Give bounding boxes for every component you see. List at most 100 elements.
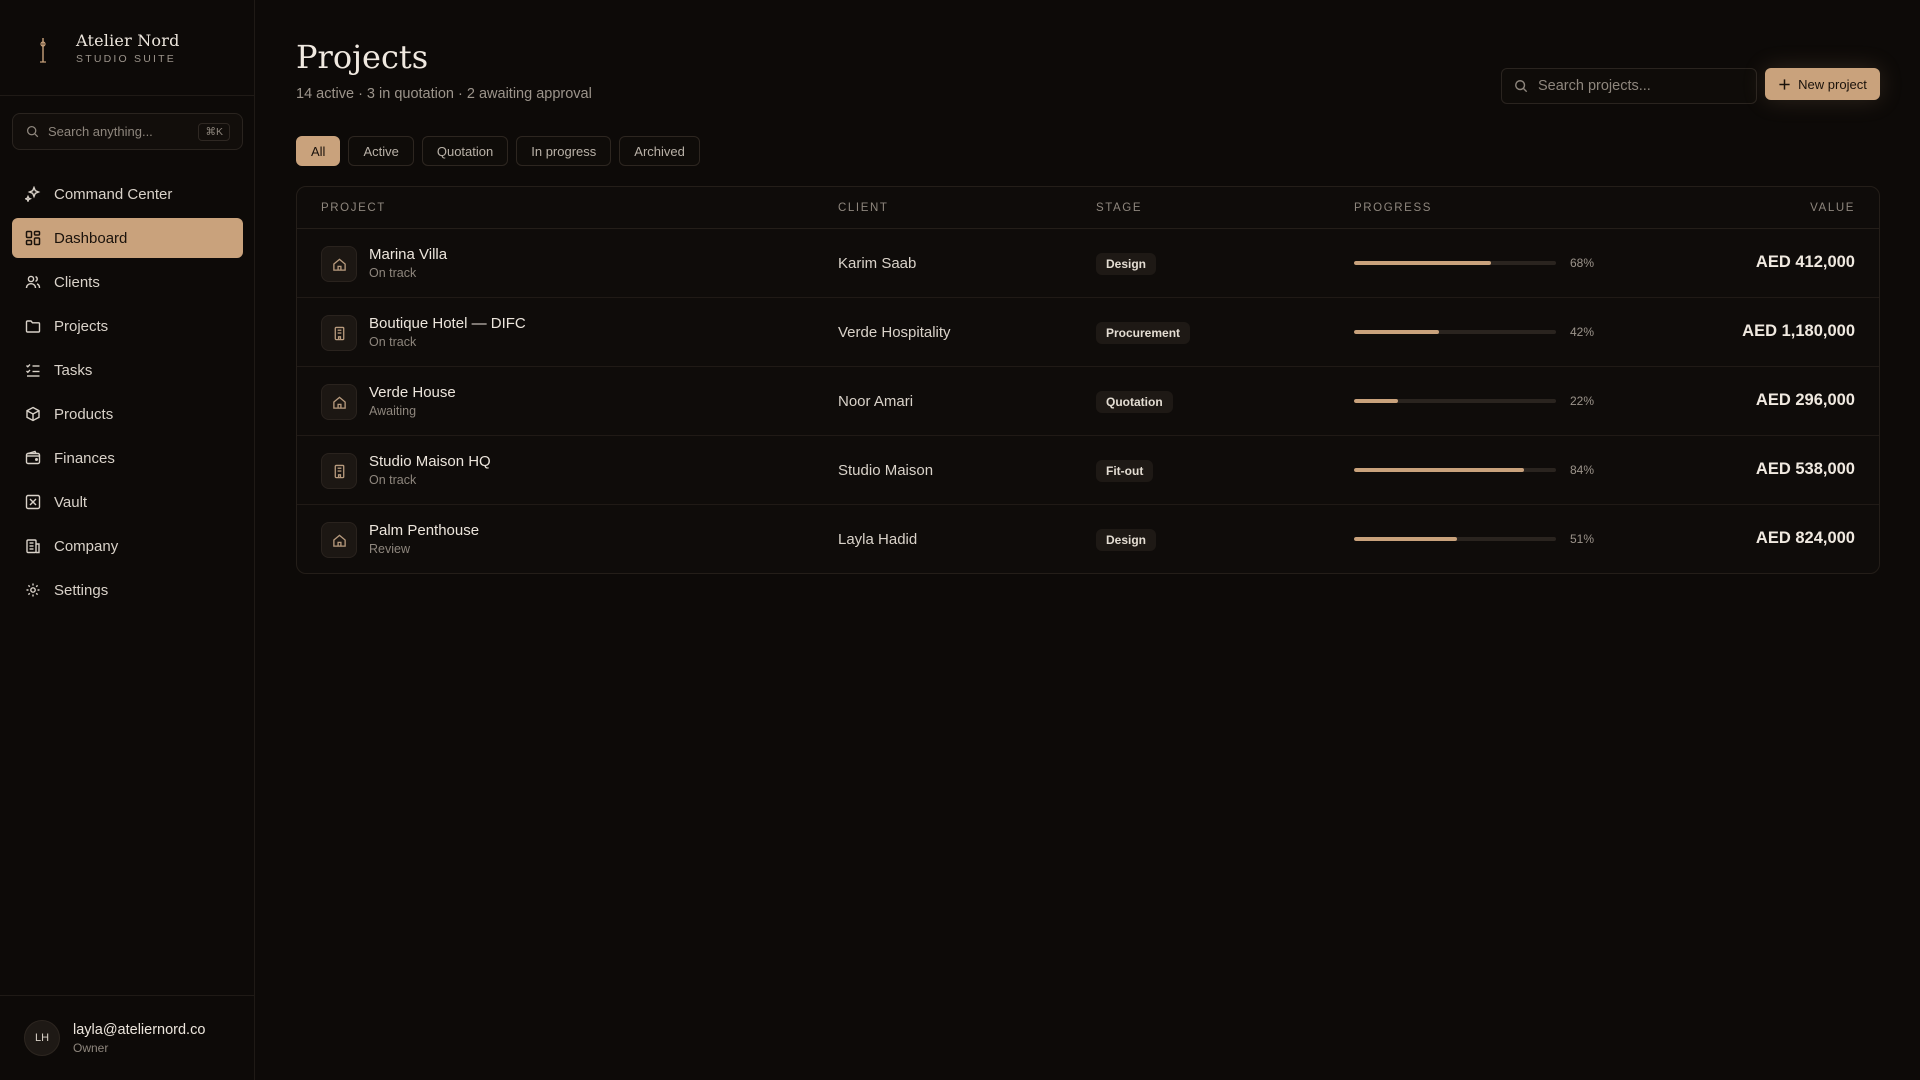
- nav-item-clients[interactable]: Clients: [12, 262, 243, 302]
- table-row[interactable]: Verde House Awaiting Noor Amari Quotatio…: [297, 367, 1879, 436]
- nav-label: Dashboard: [54, 229, 128, 247]
- shortcut-badge: ⌘K: [198, 123, 230, 141]
- folder-icon: [25, 320, 41, 333]
- nav-item-company[interactable]: Company: [12, 526, 243, 566]
- global-search-placeholder: Search anything...: [48, 124, 153, 139]
- nav-item-tasks[interactable]: Tasks: [12, 350, 243, 390]
- client-name: Verde Hospitality: [838, 324, 951, 341]
- user-profile[interactable]: LH layla@ateliernord.co Owner: [0, 995, 255, 1080]
- filter-in-progress[interactable]: In progress: [516, 136, 612, 166]
- project-status: Review: [369, 542, 410, 556]
- nav-label: Finances: [54, 449, 115, 467]
- page-subtitle: 14 active · 3 in quotation · 2 awaiting …: [296, 86, 592, 102]
- list-checks-icon: [26, 364, 40, 377]
- table-row[interactable]: Palm Penthouse Review Layla Hadid Design…: [297, 505, 1879, 573]
- filter-active[interactable]: Active: [348, 136, 414, 166]
- gear-icon: [26, 583, 40, 597]
- nav-item-dashboard[interactable]: Dashboard: [12, 218, 243, 258]
- client-name: Layla Hadid: [838, 531, 918, 548]
- nav-label: Command Center: [54, 185, 173, 203]
- client-name: Karim Saab: [838, 255, 917, 272]
- table-row[interactable]: Boutique Hotel — DIFC On track Verde Hos…: [297, 298, 1879, 367]
- new-project-label: New project: [1798, 76, 1867, 92]
- projects-table: PROJECT CLIENT STAGE PROGRESS VALUE Mari…: [296, 186, 1880, 574]
- progress-percent: 51%: [1570, 532, 1595, 546]
- stage-badge: Fit-out: [1096, 460, 1154, 482]
- column-header-stage[interactable]: STAGE: [1096, 202, 1142, 214]
- table-header: PROJECT CLIENT STAGE PROGRESS VALUE: [297, 187, 1879, 229]
- project-name: Marina Villa: [369, 246, 448, 263]
- filter-tabs: All Active Quotation In progress Archive…: [296, 136, 708, 166]
- user-email: layla@ateliernord.co: [73, 1021, 206, 1038]
- vault-icon: [25, 494, 41, 510]
- project-name: Studio Maison HQ: [369, 453, 491, 470]
- progress-bar: [1354, 468, 1556, 472]
- table-row[interactable]: Marina Villa On track Karim Saab Design …: [297, 229, 1879, 298]
- grid-icon: [25, 230, 41, 246]
- nav-item-vault[interactable]: Vault: [12, 482, 243, 522]
- project-status: On track: [369, 335, 417, 349]
- project-status: On track: [369, 473, 417, 487]
- users-icon: [25, 275, 41, 289]
- filter-quotation[interactable]: Quotation: [421, 136, 509, 166]
- progress-bar-fill: [1354, 468, 1524, 472]
- project-value: AED 538,000: [1755, 460, 1855, 478]
- search-icon: [1515, 80, 1528, 93]
- stage-badge: Quotation: [1096, 391, 1173, 413]
- home-icon: [321, 246, 357, 282]
- column-header-project[interactable]: PROJECT: [321, 202, 386, 214]
- client-name: Studio Maison: [838, 462, 934, 479]
- stage-badge: Design: [1096, 529, 1157, 551]
- progress-bar: [1354, 261, 1556, 265]
- building-icon: [321, 453, 357, 489]
- filter-archived[interactable]: Archived: [619, 136, 700, 166]
- home-icon: [321, 384, 357, 420]
- global-search-input[interactable]: Search anything... ⌘K: [12, 113, 243, 150]
- brand[interactable]: Atelier Nord STUDIO SUITE: [0, 0, 254, 96]
- nav-item-projects[interactable]: Projects: [12, 306, 243, 346]
- progress-bar: [1354, 330, 1556, 334]
- page-title: Projects: [296, 38, 429, 76]
- project-status: Awaiting: [369, 404, 417, 418]
- project-value: AED 1,180,000: [1742, 322, 1855, 340]
- home-icon: [321, 522, 357, 558]
- project-name: Palm Penthouse: [369, 522, 480, 539]
- search-input[interactable]: Search projects...: [1501, 68, 1757, 104]
- progress-bar: [1354, 537, 1556, 541]
- nav-item-finances[interactable]: Finances: [12, 438, 243, 478]
- progress-bar-fill: [1354, 537, 1458, 541]
- nav-item-command-center[interactable]: Command Center: [12, 174, 243, 214]
- project-value: AED 824,000: [1755, 529, 1855, 547]
- column-header-progress[interactable]: PROGRESS: [1354, 202, 1432, 214]
- nav-item-products[interactable]: Products: [12, 394, 243, 434]
- project-name: Verde House: [369, 384, 456, 401]
- project-value: AED 296,000: [1755, 391, 1855, 409]
- nav-label: Products: [54, 405, 114, 423]
- nav-label: Settings: [54, 581, 109, 599]
- progress-bar: [1354, 399, 1556, 403]
- progress-bar-fill: [1354, 261, 1492, 265]
- nav-label: Company: [54, 537, 119, 555]
- main-nav: Command Center Dashboard Clients Project…: [12, 174, 243, 614]
- brand-subtitle: STUDIO SUITE: [76, 52, 176, 65]
- table-row[interactable]: Studio Maison HQ On track Studio Maison …: [297, 436, 1879, 505]
- progress-percent: 42%: [1570, 325, 1595, 339]
- nav-label: Vault: [54, 493, 88, 511]
- nav-label: Tasks: [54, 361, 93, 379]
- package-icon: [26, 406, 40, 422]
- filter-all[interactable]: All: [296, 136, 341, 166]
- project-status: On track: [369, 266, 417, 280]
- client-name: Noor Amari: [838, 393, 914, 410]
- progress-bar-fill: [1354, 330, 1439, 334]
- building-icon: [321, 315, 357, 351]
- new-project-button[interactable]: New project: [1765, 68, 1880, 100]
- nav-item-settings[interactable]: Settings: [12, 570, 243, 610]
- nav-label: Clients: [54, 273, 100, 291]
- column-header-client[interactable]: CLIENT: [838, 202, 889, 214]
- building-icon: [26, 539, 40, 554]
- column-header-value[interactable]: VALUE: [1810, 202, 1855, 214]
- stage-badge: Design: [1096, 253, 1157, 275]
- sparkle-icon: [25, 186, 41, 202]
- sidebar: Atelier Nord STUDIO SUITE Search anythin…: [0, 0, 255, 1080]
- project-value: AED 412,000: [1755, 253, 1855, 271]
